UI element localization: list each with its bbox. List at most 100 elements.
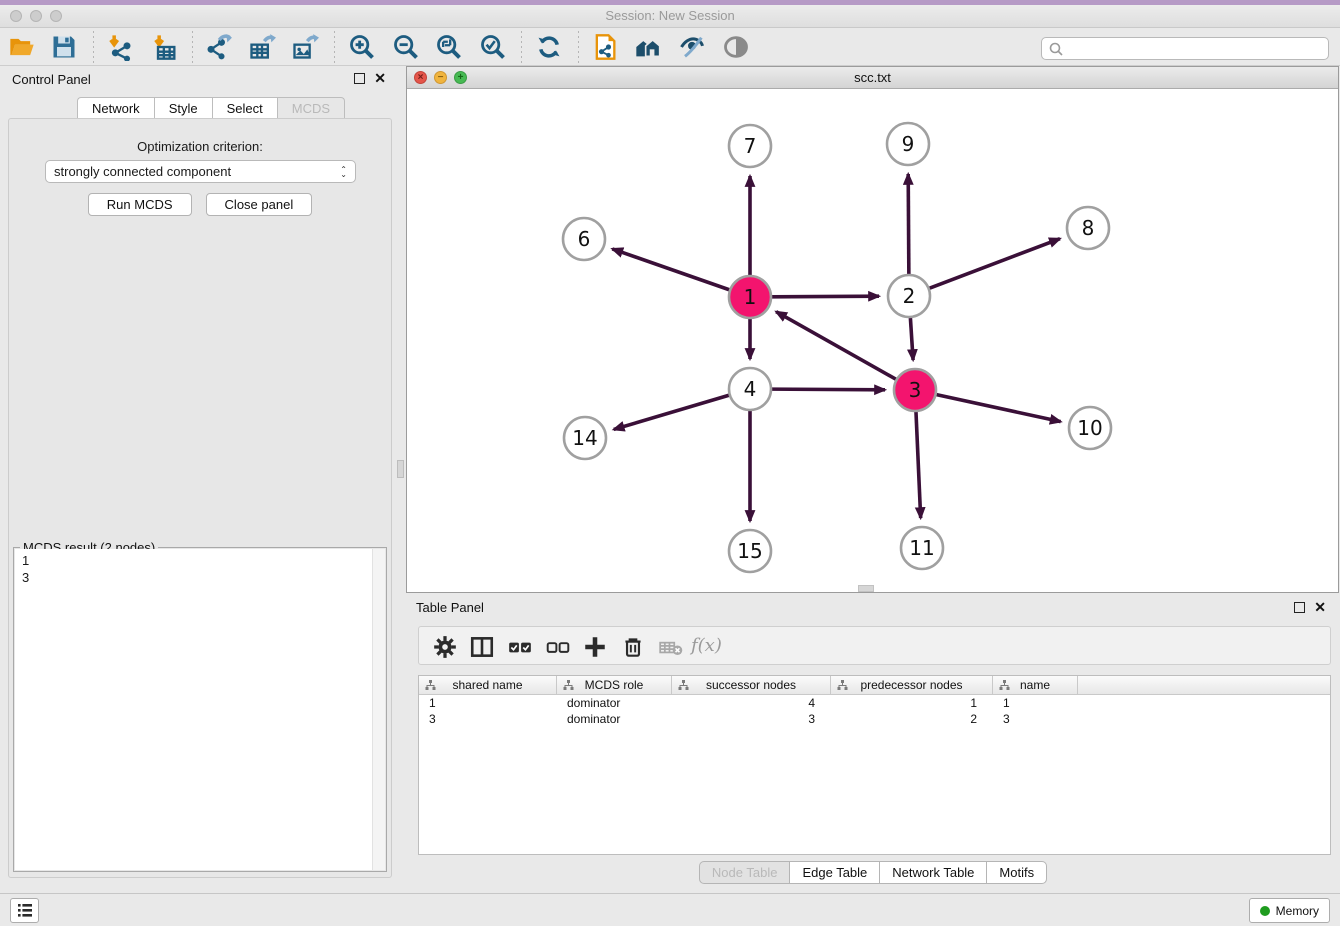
edge-1-2[interactable] [772, 296, 879, 297]
cell-shared-name: 1 [419, 695, 557, 711]
close-panel-button[interactable]: Close panel [206, 193, 313, 216]
open-session-icon[interactable] [8, 33, 36, 61]
node-label-14: 14 [572, 426, 597, 450]
control-panel-tabs: NetworkStyleSelectMCDS [77, 97, 345, 119]
export-table-icon[interactable] [248, 33, 276, 61]
task-history-button[interactable] [10, 898, 39, 923]
node-label-3: 3 [909, 378, 922, 402]
column-header-successor-nodes[interactable]: successor nodes [672, 676, 831, 694]
import-table-icon[interactable] [151, 33, 179, 61]
network-overview-icon[interactable] [634, 33, 662, 61]
node-label-4: 4 [744, 377, 757, 401]
node-label-6: 6 [578, 227, 591, 251]
edge-2-9[interactable] [908, 174, 909, 274]
zoom-out-icon[interactable] [392, 33, 420, 61]
zoom-fit-icon[interactable] [435, 33, 463, 61]
network-graph[interactable]: 7968124314101511 [407, 89, 1338, 592]
cell-predecessor-nodes: 2 [831, 711, 993, 727]
deselect-all-icon[interactable] [545, 634, 571, 660]
criterion-select[interactable]: strongly connected component ⌃⌄ [45, 160, 356, 183]
node-label-10: 10 [1077, 416, 1102, 440]
cell-shared-name: 3 [419, 711, 557, 727]
edge-3-11[interactable] [916, 412, 921, 518]
hide-details-icon[interactable] [678, 33, 706, 61]
memory-button[interactable]: Memory [1249, 898, 1330, 923]
table-close-panel-icon[interactable]: ✕ [1314, 602, 1326, 613]
search-icon [1048, 41, 1064, 57]
network-splitter-handle[interactable] [858, 585, 874, 592]
memory-status-icon [1260, 906, 1270, 916]
result-line: 3 [22, 569, 385, 586]
table-body: 1dominator4113dominator323 [419, 695, 1330, 727]
export-image-icon[interactable] [291, 33, 319, 61]
table-row[interactable]: 1dominator411 [419, 695, 1330, 711]
close-panel-icon[interactable]: ✕ [374, 73, 386, 84]
zoom-selected-icon[interactable] [479, 33, 507, 61]
network-window-title: scc.txt [407, 70, 1338, 85]
tab-motifs[interactable]: Motifs [986, 861, 1047, 884]
edge-2-3[interactable] [910, 318, 913, 360]
select-stepper-icon: ⌃⌄ [340, 167, 347, 177]
titlebar: Session: New Session [0, 5, 1340, 28]
edge-4-3[interactable] [772, 389, 885, 390]
mcds-tab-content: Optimization criterion: strongly connect… [8, 118, 392, 878]
search-input[interactable] [1041, 37, 1329, 60]
status-bar: Memory [0, 893, 1340, 926]
run-mcds-button[interactable]: Run MCDS [88, 193, 192, 216]
zoom-in-icon[interactable] [348, 33, 376, 61]
import-network-icon[interactable] [106, 33, 134, 61]
column-header-shared-name[interactable]: shared name [419, 676, 557, 694]
table-float-panel-icon[interactable] [1294, 602, 1305, 613]
tab-mcds[interactable]: MCDS [277, 97, 345, 119]
edge-3-1[interactable] [776, 312, 896, 379]
select-all-icon[interactable] [507, 634, 533, 660]
delete-table-icon[interactable] [658, 634, 684, 660]
tab-edge-table[interactable]: Edge Table [789, 861, 879, 884]
edge-3-10[interactable] [936, 395, 1060, 422]
toolbar-separator [578, 31, 579, 63]
column-header-MCDS-role[interactable]: MCDS role [557, 676, 672, 694]
export-network-icon[interactable] [204, 33, 232, 61]
tab-style[interactable]: Style [154, 97, 212, 119]
tab-network-table[interactable]: Network Table [879, 861, 986, 884]
optimization-criterion-label: Optimization criterion: [9, 139, 391, 154]
column-header-name[interactable]: name [993, 676, 1078, 694]
edge-1-6[interactable] [612, 249, 729, 290]
node-label-9: 9 [902, 132, 915, 156]
table-panel-title: Table Panel [416, 600, 484, 615]
criterion-value: strongly connected component [54, 164, 231, 179]
mcds-result-list[interactable]: 13 [15, 549, 385, 870]
edge-4-14[interactable] [614, 395, 729, 429]
cell-MCDS-role: dominator [557, 711, 672, 727]
node-label-15: 15 [737, 539, 762, 563]
list-icon [17, 903, 33, 918]
add-icon[interactable] [582, 634, 608, 660]
toolbar-separator [93, 31, 94, 63]
result-scrollbar[interactable] [372, 549, 385, 870]
network-canvas[interactable]: 7968124314101511 [407, 89, 1338, 592]
float-panel-icon[interactable] [354, 73, 365, 84]
gear-icon[interactable] [432, 634, 458, 660]
panel-splitter-handle[interactable] [397, 460, 404, 478]
toolbar-separator [521, 31, 522, 63]
column-header-predecessor-nodes[interactable]: predecessor nodes [831, 676, 993, 694]
function-icon[interactable]: f(x) [691, 635, 717, 661]
control-panel: Control Panel ✕ NetworkStyleSelectMCDS O… [0, 66, 400, 880]
result-line: 1 [22, 552, 385, 569]
show-details-icon[interactable] [722, 33, 750, 61]
apply-layout-icon[interactable] [535, 33, 563, 61]
tab-select[interactable]: Select [212, 97, 277, 119]
node-table[interactable]: shared nameMCDS rolesuccessor nodesprede… [418, 675, 1331, 855]
tab-network[interactable]: Network [77, 97, 154, 119]
cell-predecessor-nodes: 1 [831, 695, 993, 711]
edge-2-8[interactable] [930, 239, 1060, 289]
memory-label: Memory [1276, 904, 1319, 918]
save-session-icon[interactable] [50, 33, 78, 61]
network-window-titlebar[interactable]: × − + scc.txt [407, 67, 1338, 89]
table-row[interactable]: 3dominator323 [419, 711, 1330, 727]
trash-icon[interactable] [620, 634, 646, 660]
node-label-7: 7 [744, 134, 757, 158]
tab-node-table[interactable]: Node Table [699, 861, 790, 884]
columns-icon[interactable] [469, 634, 495, 660]
copy-network-icon[interactable] [591, 33, 619, 61]
